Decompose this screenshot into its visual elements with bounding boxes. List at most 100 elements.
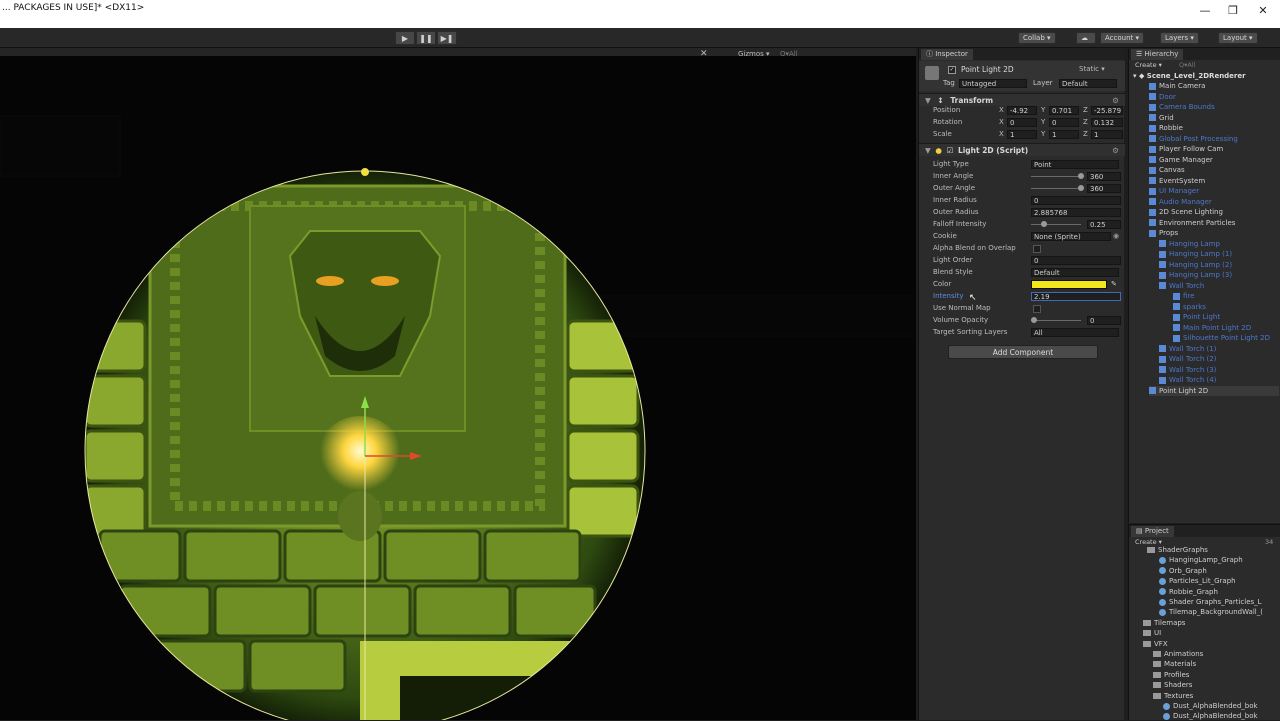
- project-item[interactable]: Materials: [1153, 659, 1196, 669]
- falloff-field[interactable]: 0.25: [1087, 220, 1121, 229]
- scale-y-field[interactable]: 1: [1049, 130, 1079, 139]
- intensity-label[interactable]: Intensity: [933, 291, 963, 302]
- object-picker-icon[interactable]: ◉: [1113, 231, 1119, 242]
- project-item[interactable]: VFX: [1143, 639, 1168, 649]
- hierarchy-item[interactable]: 2D Scene Lighting: [1149, 207, 1223, 217]
- scale-x-field[interactable]: 1: [1007, 130, 1037, 139]
- project-item[interactable]: Dust_AlphaBlended_bok: [1163, 701, 1258, 711]
- tag-dropdown[interactable]: Untagged: [959, 79, 1027, 88]
- project-item[interactable]: ShaderGraphs: [1147, 545, 1208, 555]
- cloud-icon[interactable]: ☁: [1076, 32, 1096, 44]
- hierarchy-search[interactable]: Q▾All: [1179, 61, 1195, 69]
- project-tab[interactable]: ▤ Project: [1131, 526, 1174, 537]
- layers-button[interactable]: Layers ▾: [1160, 32, 1199, 44]
- hierarchy-tab[interactable]: ☰ Hierarchy: [1131, 49, 1184, 60]
- rotation-y-field[interactable]: 0: [1049, 118, 1079, 127]
- project-item[interactable]: Orb_Graph: [1159, 566, 1207, 576]
- account-button[interactable]: Account ▾: [1100, 32, 1145, 44]
- hierarchy-item[interactable]: Environment Particles: [1149, 218, 1235, 228]
- maximize-button[interactable]: ❐: [1219, 2, 1247, 20]
- target-layers-dropdown[interactable]: All: [1031, 328, 1119, 337]
- light-type-dropdown[interactable]: Point: [1031, 160, 1119, 169]
- hierarchy-item[interactable]: Wall Torch (2): [1159, 354, 1216, 364]
- slider-knob[interactable]: [1078, 173, 1084, 179]
- outer-radius-field[interactable]: 2.885768: [1031, 208, 1121, 217]
- hierarchy-item[interactable]: Grid: [1149, 113, 1174, 123]
- inner-angle-field[interactable]: 360: [1087, 172, 1121, 181]
- hierarchy-item[interactable]: EventSystem: [1149, 176, 1205, 186]
- inner-angle-slider[interactable]: [1031, 176, 1081, 177]
- scene-view[interactable]: [0, 56, 916, 720]
- hierarchy-item[interactable]: fire: [1173, 291, 1194, 301]
- enabled-checkbox[interactable]: ☑: [947, 146, 954, 155]
- normal-map-checkbox[interactable]: [1033, 305, 1041, 313]
- hierarchy-item[interactable]: Door: [1149, 92, 1176, 102]
- project-item[interactable]: Shader Graphs_Particles_L: [1159, 597, 1262, 607]
- play-button[interactable]: ▶: [395, 31, 415, 45]
- collab-button[interactable]: Collab ▾: [1018, 32, 1056, 44]
- slider-knob[interactable]: [1078, 185, 1084, 191]
- hierarchy-item[interactable]: Silhouette Point Light 2D: [1173, 333, 1270, 343]
- outer-angle-slider[interactable]: [1031, 188, 1081, 189]
- rotation-x-field[interactable]: 0: [1007, 118, 1037, 127]
- minimize-button[interactable]: —: [1191, 2, 1219, 20]
- hierarchy-item[interactable]: Wall Torch (4): [1159, 375, 1216, 385]
- blend-style-dropdown[interactable]: Default: [1031, 268, 1119, 277]
- project-item[interactable]: Shaders: [1153, 680, 1192, 690]
- hierarchy-item[interactable]: Hanging Lamp (1): [1159, 249, 1232, 259]
- hierarchy-create-button[interactable]: Create ▾: [1135, 61, 1162, 69]
- position-z-field[interactable]: -25.879: [1091, 106, 1123, 115]
- volume-opacity-slider[interactable]: [1031, 320, 1081, 321]
- scene-root[interactable]: ▾ ◆ Scene_Level_2DRenderer: [1133, 71, 1246, 81]
- light-order-field[interactable]: 0: [1031, 256, 1121, 265]
- layout-button[interactable]: Layout ▾: [1218, 32, 1258, 44]
- hierarchy-item[interactable]: Canvas: [1149, 165, 1185, 175]
- alpha-blend-checkbox[interactable]: [1033, 245, 1041, 253]
- hierarchy-item[interactable]: Global Post Processing: [1149, 134, 1238, 144]
- hierarchy-item[interactable]: Wall Torch (1): [1159, 344, 1216, 354]
- hierarchy-item[interactable]: Game Manager: [1149, 155, 1213, 165]
- inner-radius-field[interactable]: 0: [1031, 196, 1121, 205]
- project-item[interactable]: Tilemap_BackgroundWall_(: [1159, 607, 1263, 617]
- slider-knob[interactable]: [1031, 317, 1037, 323]
- hierarchy-item[interactable]: Point Light: [1173, 312, 1220, 322]
- hierarchy-item[interactable]: Audio Manager: [1149, 197, 1212, 207]
- static-dropdown[interactable]: Static ▾: [1079, 65, 1105, 73]
- hierarchy-item[interactable]: Wall Torch: [1159, 281, 1204, 291]
- layer-dropdown[interactable]: Default: [1059, 79, 1117, 88]
- pause-button[interactable]: ❚❚: [416, 31, 436, 45]
- falloff-slider[interactable]: [1031, 224, 1081, 225]
- eyedropper-icon[interactable]: ✎: [1111, 279, 1117, 290]
- hierarchy-item[interactable]: Player Follow Cam: [1149, 144, 1223, 154]
- cookie-field[interactable]: None (Sprite): [1031, 232, 1111, 241]
- hierarchy-item[interactable]: Props: [1149, 228, 1178, 238]
- position-y-field[interactable]: 0.701: [1049, 106, 1079, 115]
- hierarchy-item[interactable]: Main Camera: [1149, 81, 1205, 91]
- rotation-z-field[interactable]: 0.132: [1091, 118, 1123, 127]
- close-button[interactable]: ✕: [1249, 2, 1277, 20]
- outer-angle-field[interactable]: 360: [1087, 184, 1121, 193]
- hierarchy-item[interactable]: Camera Bounds: [1149, 102, 1215, 112]
- project-item[interactable]: UI: [1143, 628, 1161, 638]
- volume-opacity-field[interactable]: 0: [1087, 316, 1121, 325]
- project-item[interactable]: Textures: [1153, 691, 1193, 701]
- add-component-button[interactable]: Add Component: [948, 345, 1098, 359]
- project-item[interactable]: Particles_Lit_Graph: [1159, 576, 1236, 586]
- hierarchy-item[interactable]: Point Light 2D: [1149, 385, 1279, 396]
- intensity-field[interactable]: 2.19: [1031, 292, 1121, 301]
- inspector-tab[interactable]: ⓘ Inspector: [921, 49, 973, 60]
- hierarchy-item[interactable]: Hanging Lamp: [1159, 239, 1220, 249]
- hierarchy-item[interactable]: Main Point Light 2D: [1173, 323, 1251, 333]
- component-settings-icon[interactable]: ⚙: [1112, 144, 1119, 157]
- project-item[interactable]: Animations: [1153, 649, 1203, 659]
- slider-knob[interactable]: [1041, 221, 1047, 227]
- hierarchy-item[interactable]: sparks: [1173, 302, 1206, 312]
- position-x-field[interactable]: -4.92: [1007, 106, 1037, 115]
- hierarchy-item[interactable]: Wall Torch (3): [1159, 365, 1216, 375]
- project-item[interactable]: Profiles: [1153, 670, 1189, 680]
- scale-z-field[interactable]: 1: [1091, 130, 1123, 139]
- color-swatch[interactable]: [1031, 280, 1107, 289]
- project-item[interactable]: HangingLamp_Graph: [1159, 555, 1243, 565]
- hierarchy-item[interactable]: Hanging Lamp (3): [1159, 270, 1232, 280]
- light2d-header[interactable]: ▼ ● ☑ Light 2D (Script) ⚙: [919, 143, 1125, 156]
